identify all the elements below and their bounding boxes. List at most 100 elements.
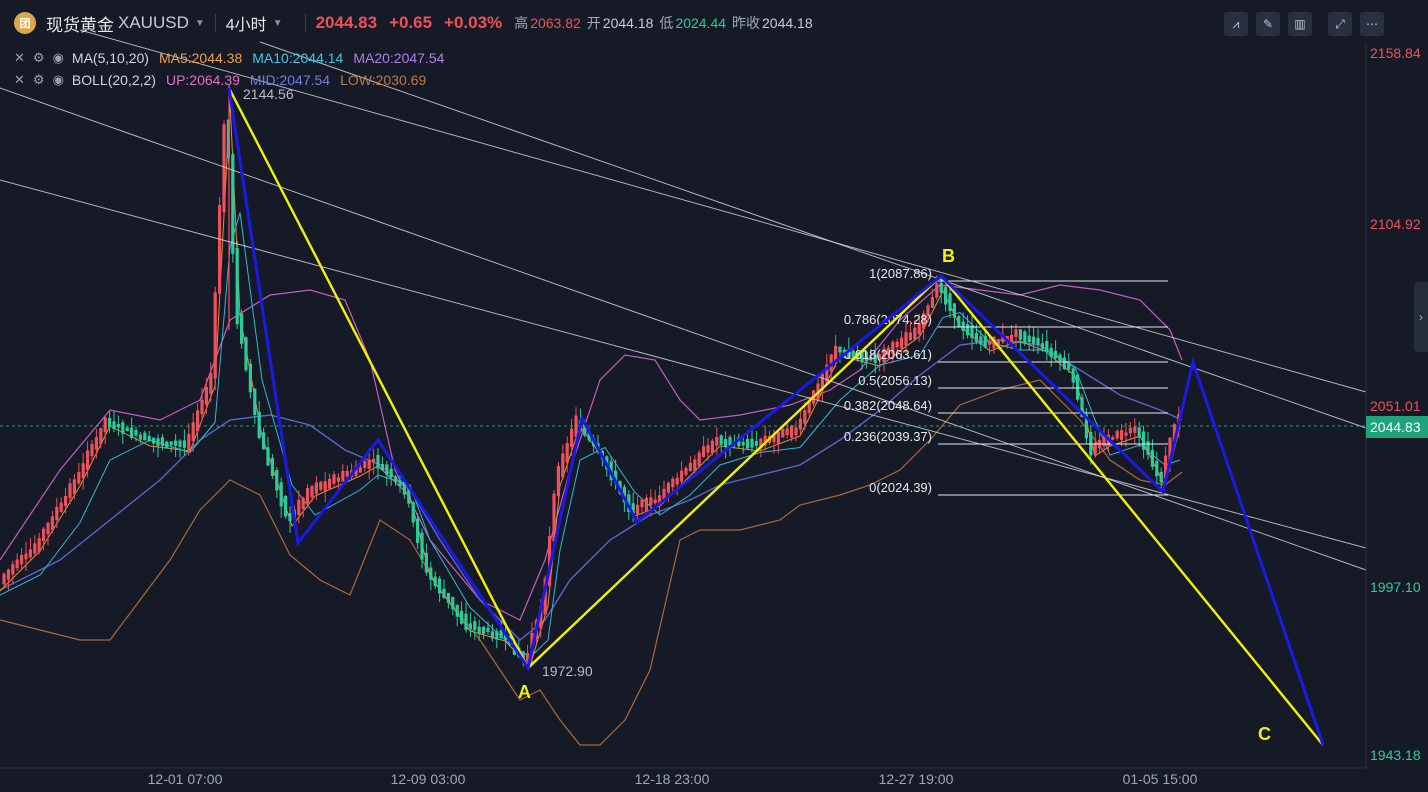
candle-body — [182, 440, 186, 448]
candle-body — [341, 470, 345, 482]
candle-body — [398, 480, 402, 487]
prev-close-value: 2044.18 — [762, 15, 813, 31]
candle-body — [376, 454, 380, 469]
candle-body — [1018, 329, 1022, 340]
fib-label: 1(2087.86) — [869, 266, 932, 281]
candle-body — [1014, 329, 1018, 337]
candle-body — [983, 335, 987, 348]
candle-type-icon[interactable]: ▥ — [1288, 12, 1312, 36]
candle-body — [781, 428, 785, 438]
candle-body — [99, 427, 103, 445]
candle-body — [438, 578, 442, 594]
wave-label-c: C — [1258, 724, 1271, 744]
indicator-name: MA(5,10,20) — [71, 50, 149, 66]
high-label: 高 — [514, 15, 529, 31]
candle-body — [556, 465, 560, 497]
candle-body — [262, 432, 266, 450]
ma10-value: MA10:2044.14 — [252, 50, 344, 66]
draw-icon[interactable]: ✎ — [1256, 12, 1280, 36]
candle-body — [187, 433, 191, 451]
candle-body — [948, 293, 952, 312]
candle-body — [50, 516, 54, 531]
top-toolbar: 团 现货黄金 XAUUSD ▼ 4小时 ▼ 2044.83 +0.65 +0.0… — [0, 0, 1428, 46]
candle-body — [64, 495, 68, 506]
candle-body — [332, 474, 336, 484]
candle-body — [988, 341, 992, 345]
candle-body — [411, 502, 415, 523]
candle-body — [1076, 374, 1080, 400]
settings-icon[interactable]: ⚙ — [33, 72, 45, 88]
candle-body — [697, 452, 701, 467]
candle-body — [424, 552, 428, 573]
candle-body — [473, 621, 477, 631]
candle-body — [974, 333, 978, 342]
candle-body — [451, 597, 455, 610]
candle-body — [204, 387, 208, 405]
candle-body — [930, 297, 934, 308]
candle-body — [380, 464, 384, 471]
candle-body — [394, 476, 398, 483]
candle-body — [165, 441, 169, 448]
candle-body — [152, 437, 156, 444]
candle-body — [1027, 335, 1031, 343]
candle-body — [1010, 334, 1014, 343]
candle-body — [90, 443, 94, 457]
price-change-pct: +0.03% — [444, 13, 503, 32]
chevron-down-icon[interactable]: ▼ — [195, 18, 205, 29]
price-tick-label: 2104.92 — [1370, 216, 1421, 232]
fullscreen-icon[interactable]: ⤢ — [1328, 12, 1352, 36]
symbol-name[interactable]: 现货黄金 — [46, 11, 114, 36]
low-value: 2024.44 — [675, 15, 727, 31]
candle-body — [116, 424, 120, 428]
candle-body — [288, 513, 292, 522]
symbol-code[interactable]: XAUUSD — [118, 13, 189, 33]
current-price-label: 2044.83 — [1370, 419, 1421, 435]
candle-body — [908, 332, 912, 341]
candle-body — [680, 470, 684, 482]
candle-body — [790, 425, 794, 438]
candle-body — [464, 613, 468, 630]
candle-body — [1023, 331, 1027, 344]
candle-body — [319, 481, 323, 490]
candle-body — [37, 538, 41, 552]
close-icon[interactable]: ✕ — [14, 72, 25, 88]
candle-body — [702, 446, 706, 457]
candle-body — [1111, 437, 1115, 440]
candle-body — [416, 518, 420, 543]
fib-label: 0.236(2039.37) — [844, 429, 932, 444]
candle-body — [1036, 337, 1040, 345]
close-icon[interactable]: ✕ — [14, 50, 25, 66]
candle-body — [81, 463, 85, 479]
candle-body — [174, 440, 178, 447]
candle-body — [653, 499, 657, 504]
candle-body — [1040, 343, 1044, 349]
candle-body — [710, 440, 714, 454]
candle-body — [143, 432, 147, 441]
candle-body — [754, 441, 758, 446]
wave-label-b: B — [942, 246, 955, 266]
indicator-icon[interactable]: ⩘ — [1224, 12, 1248, 36]
candle-body — [218, 205, 222, 294]
candle-body — [482, 626, 486, 634]
chevron-right-icon[interactable]: › — [1414, 282, 1428, 352]
chart-canvas[interactable]: 1(2087.86)0.786(2074.28)0.618(2063.61)0.… — [0, 0, 1428, 792]
candle-body — [636, 504, 640, 515]
low-mark-label: 1972.90 — [542, 663, 593, 679]
candle-body — [684, 467, 688, 475]
candle-body — [1120, 430, 1124, 441]
timeframe-selector[interactable]: 4小时 — [226, 11, 267, 35]
settings-icon[interactable]: ⚙ — [33, 50, 45, 66]
price-tick-label: 1997.10 — [1370, 579, 1421, 595]
candle-body — [468, 623, 472, 629]
ma5-value: MA5:2044.38 — [158, 50, 243, 66]
chevron-down-icon[interactable]: ▼ — [273, 18, 283, 29]
candle-body — [1124, 432, 1128, 436]
candle-body — [746, 438, 750, 449]
candle-body — [1150, 450, 1154, 467]
candle-body — [446, 592, 450, 604]
eye-icon[interactable]: ◉ — [53, 72, 64, 88]
candle-body — [1093, 442, 1097, 455]
eye-icon[interactable]: ◉ — [53, 50, 64, 66]
divider — [304, 14, 306, 32]
more-icon[interactable]: ⋯ — [1360, 12, 1384, 36]
